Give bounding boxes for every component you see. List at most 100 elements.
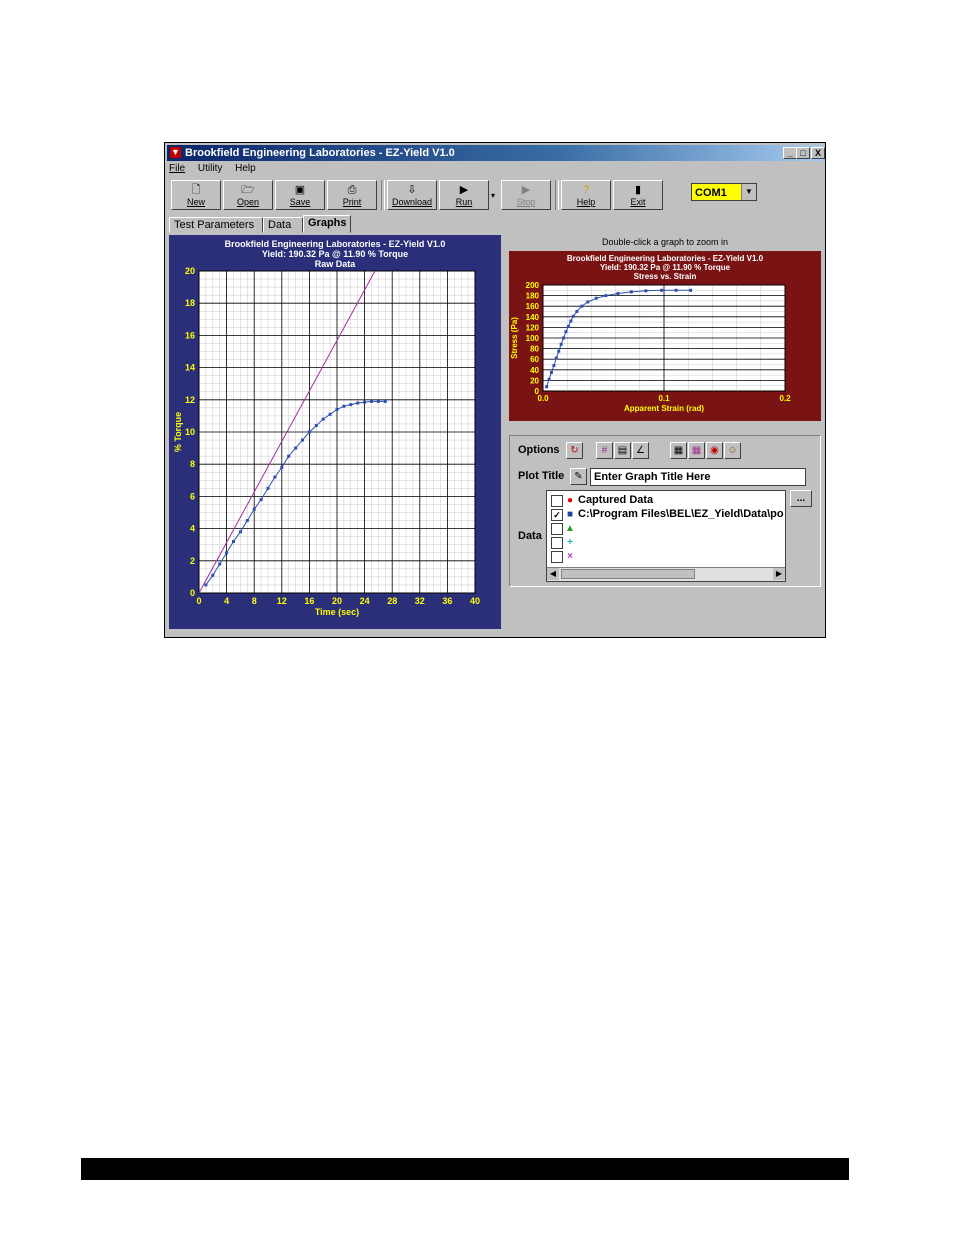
grid-lines-icon[interactable]: # [596, 442, 613, 459]
open-label: Open [236, 197, 260, 207]
scroll-right-icon[interactable]: ▶ [773, 568, 785, 580]
data-point [363, 400, 367, 404]
menu-utility[interactable]: Utility [198, 163, 222, 174]
chevron-down-icon[interactable]: ▼ [741, 184, 756, 200]
run-dropdown-icon[interactable]: ▾ [491, 191, 495, 200]
menu-help[interactable]: Help [235, 163, 256, 174]
help-button[interactable]: ? Help [561, 180, 611, 210]
checkbox[interactable] [551, 523, 563, 535]
data-point [562, 336, 566, 340]
maximize-button[interactable]: □ [796, 147, 810, 159]
tab-test-parameters[interactable]: Test Parameters [169, 217, 263, 233]
axis-icon[interactable]: ∠ [632, 442, 649, 459]
data-point [554, 356, 558, 360]
data-point [571, 314, 575, 318]
x-tick-label: 4 [224, 596, 229, 606]
data-label: Data [518, 530, 542, 542]
data-point [218, 562, 222, 566]
com-port-select[interactable]: COM1 ▼ [691, 183, 757, 201]
run-button[interactable]: ▶ Run [439, 180, 489, 210]
edit-title-icon[interactable]: ✎ [570, 468, 587, 485]
data-point [287, 454, 291, 458]
data-point [552, 364, 556, 368]
square-marker-icon: ■ [566, 509, 574, 520]
minimize-button[interactable]: _ [783, 147, 797, 159]
data-point [294, 446, 298, 450]
series-name: Captured Data [578, 494, 654, 506]
horizontal-scrollbar[interactable]: ◀ ▶ [547, 567, 785, 581]
refresh-icon[interactable]: ↻ [566, 442, 583, 459]
close-button[interactable]: X [811, 147, 825, 159]
save-button[interactable]: ▣ Save [275, 180, 325, 210]
x-tick-label: 0.0 [537, 394, 549, 403]
y-tick-label: 140 [526, 313, 540, 322]
window-title: Brookfield Engineering Laboratories - EZ… [185, 147, 455, 159]
options-panel: Options ↻ # ▤ ∠ ▦ ▦ ◉ ☺ Plot Title ✎ Ent… [509, 435, 821, 587]
data-point [616, 291, 620, 295]
x-tick-label: 8 [252, 596, 257, 606]
footer-bar [81, 1158, 849, 1180]
data-point [252, 507, 256, 511]
data-point [575, 310, 579, 313]
y-tick-label: 20 [530, 376, 539, 385]
new-label: New [186, 197, 205, 207]
color-palette-icon[interactable]: ◉ [706, 442, 723, 459]
x-tick-label: 16 [304, 596, 314, 606]
y-tick-label: 4 [190, 524, 195, 534]
new-button[interactable]: 🗋 New [171, 180, 221, 210]
y-tick-label: 16 [185, 330, 195, 340]
menu-file[interactable]: File [169, 163, 185, 174]
stop-button: ▶ Stop [501, 180, 551, 210]
checkbox[interactable] [551, 537, 563, 549]
data-point [211, 573, 215, 577]
plot-title-input[interactable]: Enter Graph Title Here [590, 468, 806, 486]
x-tick-label: 40 [470, 596, 480, 606]
chart-title: Brookfield Engineering Laboratories - EZ… [567, 254, 764, 263]
scroll-left-icon[interactable]: ◀ [547, 568, 559, 580]
data-point [335, 407, 339, 411]
data-series-list[interactable]: ● Captured Data ✓ ■ C:\Program Files\BEL\EZ… [546, 490, 786, 582]
print-button[interactable]: ⎙ Print [327, 180, 377, 210]
font-icon[interactable]: ☺ [724, 442, 741, 459]
checkbox[interactable]: ✓ [551, 509, 563, 521]
more-button[interactable]: ... [790, 490, 812, 507]
plot-title-label: Plot Title [518, 470, 565, 482]
y-tick-label: 120 [526, 323, 540, 332]
run-label: Run [455, 197, 473, 207]
chart-title: Brookfield Engineering Laboratories - EZ… [225, 239, 446, 249]
scroll-thumb[interactable] [561, 569, 695, 579]
data-point [232, 539, 235, 543]
data-point [586, 300, 590, 304]
exit-button[interactable]: ▮ Exit [613, 180, 663, 210]
y-tick-label: 160 [526, 302, 540, 311]
save-label: Save [289, 197, 311, 207]
data-point [557, 349, 561, 353]
data-point [321, 417, 325, 421]
y-tick-label: 10 [185, 427, 195, 437]
data-point [569, 319, 573, 323]
data-point [328, 412, 332, 416]
raw-data-chart[interactable]: Brookfield Engineering Laboratories - EZ… [169, 235, 501, 629]
checkbox[interactable] [551, 495, 563, 507]
data-point [376, 399, 380, 403]
stress-strain-chart[interactable]: Brookfield Engineering Laboratories - EZ… [509, 251, 821, 421]
minor-grid-icon[interactable]: ▦ [688, 442, 705, 459]
open-button[interactable]: 🗁 Open [223, 180, 273, 210]
y-tick-label: 0 [190, 588, 195, 598]
major-grid-icon[interactable]: ▦ [670, 442, 687, 459]
y-tick-label: 2 [190, 556, 195, 566]
x-tick-label: 12 [277, 596, 287, 606]
tab-data[interactable]: Data [263, 217, 303, 233]
y-tick-label: 0 [535, 387, 540, 396]
legend-icon[interactable]: ▤ [614, 442, 631, 459]
download-button[interactable]: ⇩ Download [387, 180, 437, 210]
y-tick-label: 14 [185, 363, 195, 373]
data-point [273, 475, 277, 479]
y-tick-label: 60 [530, 355, 539, 364]
download-label: Download [391, 197, 433, 207]
checkbox[interactable] [551, 551, 563, 563]
data-point [307, 430, 311, 434]
tab-graphs[interactable]: Graphs [303, 215, 351, 233]
y-tick-label: 12 [185, 395, 195, 405]
cross-marker-icon: × [567, 551, 573, 562]
